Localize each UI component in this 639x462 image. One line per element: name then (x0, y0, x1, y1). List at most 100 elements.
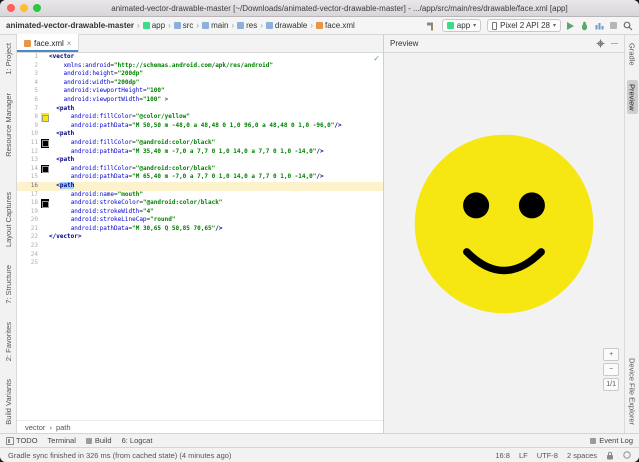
right-eye (519, 192, 545, 218)
tool-stripe-button-resource-manager[interactable]: Resource Manager (3, 89, 14, 161)
code-line[interactable]: 1<vector (17, 53, 383, 62)
code-line[interactable]: 23 (17, 242, 383, 251)
lock-icon[interactable] (606, 451, 614, 460)
code-line[interactable]: 15 android:pathData="M 65,40 m -7,0 a 7,… (17, 173, 383, 182)
code-line[interactable]: 20 android:strokeLineCap="round" (17, 216, 383, 225)
tool-stripe-button-1-project[interactable]: 1: Project (3, 39, 14, 79)
breadcrumb-item-main[interactable]: main (202, 21, 228, 30)
caret-position[interactable]: 16:8 (495, 451, 510, 460)
tool-stripe-button-layout-captures[interactable]: Layout Captures (3, 188, 14, 251)
line-number: 22 (17, 233, 41, 242)
code-line[interactable]: 2 xmlns:android="http://schemas.android.… (17, 62, 383, 71)
code-line[interactable]: 7 <path (17, 105, 383, 114)
line-number: 4 (17, 79, 41, 88)
right-stripe-bottom: Device File Explorer (627, 354, 638, 429)
code-text: android:name="mouth" (49, 191, 143, 200)
gutter-space (41, 216, 49, 225)
code-line[interactable]: 25 (17, 259, 383, 268)
bug-icon (580, 21, 589, 31)
close-window-button[interactable] (7, 4, 15, 12)
toolwindow-toggle-icon[interactable] (6, 437, 14, 445)
toolwindow-label: 6: Logcat (122, 436, 153, 445)
tool-stripe-button-preview[interactable]: Preview (627, 80, 638, 115)
xml-breadcrumb-path[interactable]: path (56, 423, 71, 432)
preview-zoom-button-[interactable]: + (603, 348, 619, 361)
code-text: android:viewportHeight="100" (49, 87, 165, 96)
tool-stripe-button-build-variants[interactable]: Build Variants (3, 375, 14, 429)
code-line[interactable]: 22</vector> (17, 233, 383, 242)
line-number: 13 (17, 156, 41, 165)
code-line[interactable]: 5 android:viewportHeight="100" (17, 87, 383, 96)
tool-stripe-button-device-file-explorer[interactable]: Device File Explorer (627, 354, 638, 429)
toolwindow-button-6-logcat[interactable]: 6: Logcat (122, 436, 153, 445)
code-line[interactable]: 10 <path (17, 130, 383, 139)
encoding-indicator[interactable]: UTF-8 (537, 451, 558, 460)
breadcrumb-item-animated-vector-drawable-master[interactable]: animated-vector-drawable-master (6, 21, 134, 30)
code-line[interactable]: 13 <path (17, 156, 383, 165)
breadcrumb-item-drawable[interactable]: drawable (266, 21, 307, 30)
device-select[interactable]: Pixel 2 API 28 ▾ (487, 19, 561, 32)
toolwindow-button-todo[interactable]: TODO (16, 436, 38, 445)
left-stripe-bottom: Layout Captures 7: Structure 2: Favorites B… (3, 188, 14, 429)
code-line[interactable]: 4 android:width="200dp" (17, 79, 383, 88)
breadcrumb-item-src[interactable]: src (174, 21, 194, 30)
line-number: 19 (17, 208, 41, 217)
run-button[interactable] (567, 22, 574, 30)
line-ending-indicator[interactable]: LF (519, 451, 528, 460)
code-text: <path (49, 156, 74, 165)
close-icon[interactable]: × (67, 39, 72, 48)
code-text: <vector (49, 53, 74, 62)
profiler-button[interactable] (595, 21, 604, 30)
code-text: <path (49, 105, 74, 114)
gear-icon[interactable] (596, 39, 605, 48)
code-line[interactable]: 3 android:height="200dp" (17, 70, 383, 79)
debug-button[interactable] (580, 21, 589, 31)
zoom-window-button[interactable] (33, 4, 41, 12)
breadcrumb-item-app[interactable]: app (143, 21, 165, 30)
tab-label: face.xml (34, 39, 64, 48)
breadcrumb-label: res (246, 21, 257, 30)
code-line[interactable]: 14 android:fillColor="@android:color/bla… (17, 165, 383, 174)
run-toolbar: app ▾ Pixel 2 API 28 ▾ (426, 19, 633, 32)
left-stripe-top: 1: Project Resource Manager (3, 39, 14, 160)
indent-indicator[interactable]: 2 spaces (567, 451, 597, 460)
left-eye (463, 192, 489, 218)
build-button[interactable] (426, 21, 436, 31)
breadcrumb-item-face-xml[interactable]: face.xml (316, 21, 355, 30)
search-everywhere-button[interactable] (623, 21, 633, 31)
preview-zoom-button-1-1[interactable]: 1/1 (603, 378, 619, 391)
code-line[interactable]: 18 android:strokeColor="@android:color/b… (17, 199, 383, 208)
code-line[interactable]: 21 android:pathData="M 30,65 Q 50,85 70,… (17, 225, 383, 234)
code-text: android:pathData="M 30,65 Q 50,85 70,65"… (49, 225, 222, 234)
minimize-window-button[interactable] (20, 4, 28, 12)
hide-panel-icon[interactable]: — (611, 40, 618, 47)
line-number: 17 (17, 191, 41, 200)
code-line[interactable]: 6 android:viewportWidth="100" > (17, 96, 383, 105)
toolwindow-button-terminal[interactable]: Terminal (48, 436, 76, 445)
preview-zoom-button-[interactable]: − (603, 363, 619, 376)
stop-button[interactable] (610, 22, 617, 29)
inspection-ok-icon[interactable]: ✓ (373, 54, 380, 63)
toolwindow-button-event-log[interactable]: Event Log (590, 436, 633, 445)
code-line[interactable]: 17 android:name="mouth" (17, 191, 383, 200)
code-line[interactable]: 19 android:strokeWidth="4" (17, 208, 383, 217)
module-icon (447, 22, 454, 29)
code-line[interactable]: 12 android:pathData="M 35,40 m -7,0 a 7,… (17, 148, 383, 157)
code-line[interactable]: 9 android:pathData="M 50,50 m -48,0 a 48… (17, 122, 383, 131)
editor-code[interactable]: ✓ 1<vector2 xmlns:android="http://schema… (17, 53, 383, 420)
notifications-icon[interactable] (623, 451, 631, 459)
tool-stripe-button-2-favorites[interactable]: 2: Favorites (3, 318, 14, 365)
preview-header: Preview — (384, 35, 624, 53)
xml-breadcrumb-vector[interactable]: vector (25, 423, 45, 432)
tab-face-xml[interactable]: face.xml × (17, 34, 79, 52)
run-config-select[interactable]: app ▾ (442, 19, 481, 32)
tool-stripe-button-7-structure[interactable]: 7: Structure (3, 261, 14, 308)
code-line[interactable]: 16 <path (17, 182, 383, 191)
toolwindow-button-build[interactable]: Build (86, 436, 112, 445)
profiler-icon (595, 21, 604, 30)
code-line[interactable]: 11 android:fillColor="@android:color/bla… (17, 139, 383, 148)
tool-stripe-button-gradle[interactable]: Gradle (627, 39, 638, 70)
breadcrumb-item-res[interactable]: res (237, 21, 257, 30)
code-line[interactable]: 24 (17, 251, 383, 260)
code-line[interactable]: 8 android:fillColor="@color/yellow" (17, 113, 383, 122)
